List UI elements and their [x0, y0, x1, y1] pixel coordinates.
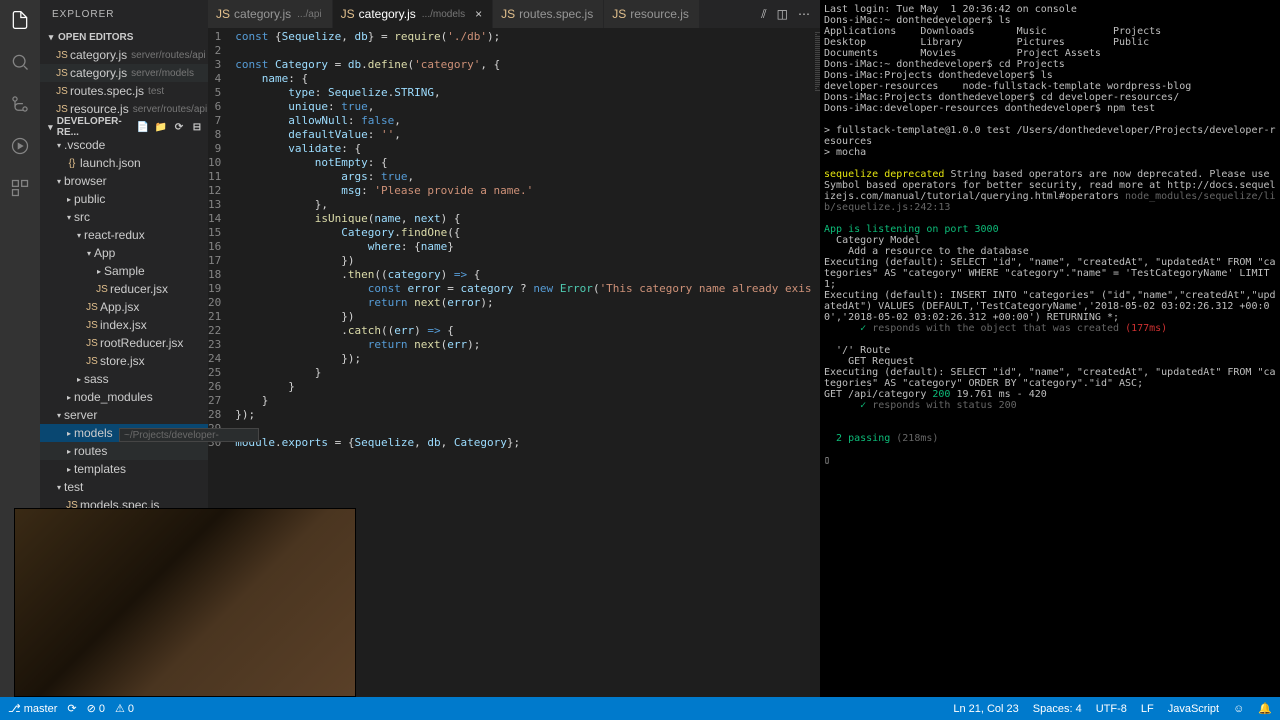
- folder-item[interactable]: ▸ routes: [40, 442, 208, 460]
- folder-item[interactable]: ▾ src: [40, 208, 208, 226]
- editor-tab[interactable]: JSresource.js: [604, 0, 700, 28]
- status-bar: ⎇ master ⟳ ⊘ 0 ⚠ 0 Ln 21, Col 23 Spaces:…: [0, 697, 1280, 720]
- folder-item[interactable]: ▾ .vscode: [40, 136, 208, 154]
- workspace-header[interactable]: ▾ DEVELOPER-RE... 📄 📁 ⟳ ⊟: [40, 118, 208, 136]
- chevron-icon: ▸: [64, 465, 74, 474]
- file-item[interactable]: JS store.jsx: [40, 352, 208, 370]
- chevron-icon: ▾: [84, 249, 94, 258]
- chevron-icon: ▸: [94, 267, 104, 276]
- chevron-icon: ▾: [54, 411, 64, 420]
- chevron-icon: ▾: [54, 177, 64, 186]
- terminal-panel[interactable]: Last login: Tue May 1 20:36:42 on consol…: [820, 0, 1280, 697]
- cursor-position[interactable]: Ln 21, Col 23: [953, 703, 1018, 715]
- chevron-icon: ▾: [54, 141, 64, 150]
- files-icon[interactable]: [8, 8, 32, 32]
- errors-count[interactable]: ⊘ 0: [87, 702, 105, 715]
- encoding[interactable]: UTF-8: [1096, 703, 1127, 715]
- open-editor-item[interactable]: JS category.js server/routes/api: [40, 46, 208, 64]
- folder-item[interactable]: ▸ Sample: [40, 262, 208, 280]
- folder-item[interactable]: ▸ node_modules: [40, 388, 208, 406]
- feedback-icon[interactable]: ☺: [1233, 703, 1244, 715]
- folder-item[interactable]: ▾ server: [40, 406, 208, 424]
- new-folder-icon[interactable]: 📁: [154, 120, 168, 134]
- folder-item[interactable]: ▾ test: [40, 478, 208, 496]
- warnings-count[interactable]: ⚠ 0: [115, 702, 134, 715]
- extensions-icon[interactable]: [8, 176, 32, 200]
- editor-tab[interactable]: JScategory.js.../api: [208, 0, 333, 28]
- refresh-icon[interactable]: ⟳: [172, 120, 186, 134]
- file-item[interactable]: JS rootReducer.jsx: [40, 334, 208, 352]
- debug-icon[interactable]: [8, 134, 32, 158]
- git-branch[interactable]: ⎇ master: [8, 702, 57, 715]
- js-file-icon: JS: [54, 86, 70, 97]
- js-file-icon: JS: [54, 68, 70, 79]
- search-icon[interactable]: [8, 50, 32, 74]
- chevron-down-icon: ▾: [44, 122, 57, 133]
- js-file-icon: JS: [341, 7, 355, 21]
- chevron-icon: ▸: [74, 375, 84, 384]
- file-item[interactable]: JS index.jsx: [40, 316, 208, 334]
- editor-tab[interactable]: JSroutes.spec.js: [493, 0, 604, 28]
- eol[interactable]: LF: [1141, 703, 1154, 715]
- folder-item[interactable]: ▾ browser: [40, 172, 208, 190]
- indent-setting[interactable]: Spaces: 4: [1033, 703, 1082, 715]
- chevron-icon: ▸: [64, 195, 74, 204]
- open-editor-item[interactable]: JS routes.spec.js test: [40, 82, 208, 100]
- notifications-icon[interactable]: 🔔: [1258, 702, 1272, 715]
- new-file-icon[interactable]: 📄: [136, 120, 150, 134]
- file-item[interactable]: {} launch.json: [40, 154, 208, 172]
- js-file-icon: JS: [54, 50, 70, 61]
- chevron-icon: ▾: [64, 213, 74, 222]
- js-file-icon: JS: [612, 7, 626, 21]
- file-icon: JS: [94, 284, 110, 295]
- chevron-icon: ▾: [54, 483, 64, 492]
- close-icon[interactable]: ×: [475, 7, 482, 21]
- open-editors-list: JS category.js server/routes/apiJS categ…: [40, 46, 208, 118]
- folder-item[interactable]: ▸ sass: [40, 370, 208, 388]
- chevron-icon: ▸: [64, 393, 74, 402]
- folder-item[interactable]: ▸ public: [40, 190, 208, 208]
- file-icon: {}: [64, 158, 80, 169]
- js-file-icon: JS: [54, 104, 70, 115]
- compare-icon[interactable]: ⫽: [761, 7, 766, 22]
- chevron-down-icon: ▾: [44, 32, 58, 43]
- folder-item[interactable]: ▾ react-redux: [40, 226, 208, 244]
- open-editor-item[interactable]: JS category.js server/models: [40, 64, 208, 82]
- language-mode[interactable]: JavaScript: [1168, 703, 1219, 715]
- collapse-icon[interactable]: ⊟: [190, 120, 204, 134]
- sync-icon[interactable]: ⟳: [67, 702, 76, 715]
- file-icon: JS: [84, 320, 100, 331]
- file-item[interactable]: JS App.jsx: [40, 298, 208, 316]
- open-editors-header[interactable]: ▾ OPEN EDITORS: [40, 28, 208, 46]
- chevron-icon: ▸: [64, 447, 74, 456]
- chevron-icon: ▸: [64, 429, 74, 438]
- explorer-title: EXPLORER: [40, 0, 208, 28]
- minimap[interactable]: [811, 28, 820, 697]
- more-icon[interactable]: ⋯: [798, 7, 810, 21]
- path-tooltip: ~/Projects/developer-resources/server/ro…: [119, 428, 259, 442]
- js-file-icon: JS: [216, 7, 230, 21]
- webcam-overlay: [14, 508, 356, 697]
- folder-item[interactable]: ▾ App: [40, 244, 208, 262]
- tab-bar: JScategory.js.../apiJScategory.js.../mod…: [208, 0, 820, 28]
- git-icon[interactable]: [8, 92, 32, 116]
- split-icon[interactable]: ◫: [777, 7, 788, 21]
- file-icon: JS: [84, 338, 100, 349]
- file-icon: JS: [84, 302, 100, 313]
- folder-item[interactable]: ▸ templates: [40, 460, 208, 478]
- editor-tab[interactable]: JScategory.js.../models×: [333, 0, 494, 28]
- chevron-icon: ▾: [74, 231, 84, 240]
- js-file-icon: JS: [501, 7, 515, 21]
- file-icon: JS: [84, 356, 100, 367]
- file-item[interactable]: JS reducer.jsx: [40, 280, 208, 298]
